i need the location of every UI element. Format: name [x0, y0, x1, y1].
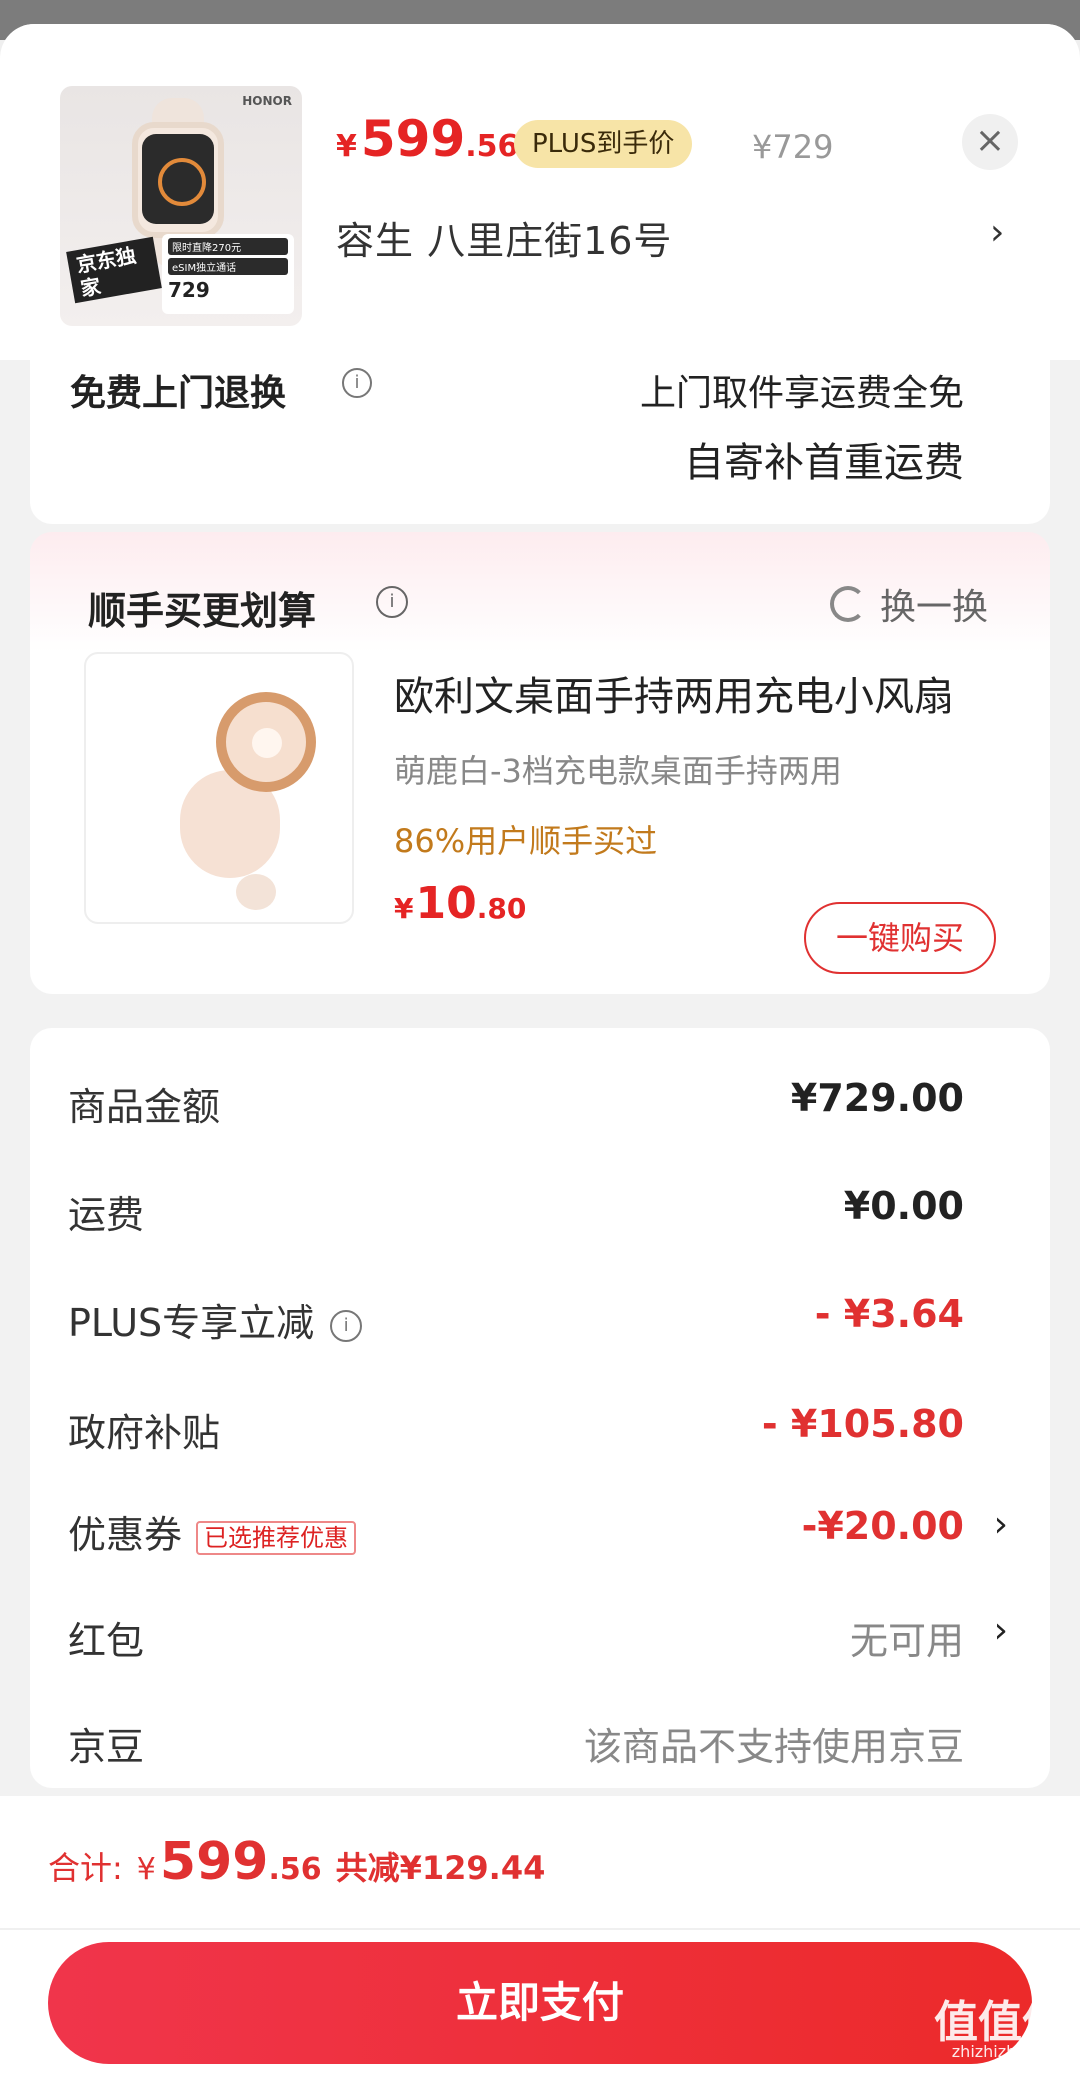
chevron-right-icon[interactable]: ›	[994, 1610, 1008, 1651]
total-integer: 599	[159, 1832, 269, 1892]
product-thumbnail[interactable]: HONOR 京东独家 限时直降270元 eSIM独立通话 729	[60, 86, 302, 326]
row-label: 商品金额	[68, 1085, 221, 1129]
total-currency: ¥	[136, 1852, 156, 1887]
price-currency: ¥	[336, 129, 357, 164]
row-label-wrap: 优惠券 已选推荐优惠	[68, 1504, 357, 1559]
recommendation-card: 顺手买更划算 i 换一换 欧利文桌面手持两用充电小风扇 萌鹿白-3档充电款桌面手…	[30, 532, 1050, 994]
watch-face-image	[142, 134, 214, 224]
watermark-url: zhizhizhi.com	[951, 2042, 1060, 2061]
recommended-product-name[interactable]: 欧利文桌面手持两用充电小风扇	[394, 664, 954, 722]
promo-price: 729	[168, 278, 210, 302]
row-value: ¥0.00	[843, 1184, 964, 1228]
delivery-address[interactable]: 容生 八里庄街16号	[336, 210, 672, 265]
chevron-right-icon[interactable]: ›	[990, 212, 1004, 253]
promo-line-2: eSIM独立通话	[168, 258, 288, 275]
refresh-icon	[830, 586, 866, 622]
original-price: ¥729	[752, 128, 834, 166]
jd-exclusive-badge: 京东独家	[66, 236, 162, 304]
row-value: -¥20.00	[801, 1504, 964, 1548]
total-decimal: .56	[268, 1852, 322, 1887]
info-icon[interactable]: i	[342, 368, 372, 398]
one-click-buy-button[interactable]: 一键购买	[804, 902, 996, 974]
row-value: 无可用	[849, 1619, 964, 1663]
recommendation-title: 顺手买更划算	[88, 589, 317, 633]
row-value: - ¥3.64	[814, 1292, 964, 1336]
row-value: ¥729.00	[790, 1076, 964, 1120]
price-currency: ¥	[394, 892, 414, 925]
watermark-logo: 值值值	[934, 1997, 1066, 2048]
row-coupon[interactable]: 优惠券 已选推荐优惠 -¥20.00 ›	[30, 1504, 1050, 1564]
info-icon[interactable]: i	[330, 1309, 363, 1342]
recommended-product-price: ¥ 10 .80	[394, 878, 526, 929]
row-government-subsidy: 政府补贴 - ¥105.80	[30, 1402, 1050, 1462]
price-integer: 599	[360, 110, 466, 168]
row-label: 政府补贴	[68, 1411, 221, 1455]
promo-card: 限时直降270元 eSIM独立通话 729	[162, 234, 294, 314]
row-shipping: 运费 ¥0.00	[30, 1184, 1050, 1244]
row-plus-discount: PLUS专享立减 i - ¥3.64	[30, 1292, 1050, 1352]
promo-line: 限时直降270元	[168, 238, 288, 255]
product-brand: HONOR	[242, 94, 292, 108]
fan-base-image	[236, 874, 276, 910]
row-label: 运费	[68, 1193, 145, 1237]
row-label-wrap: PLUS专享立减 i	[68, 1292, 363, 1347]
row-goods-amount: 商品金额 ¥729.00	[30, 1076, 1050, 1136]
row-label: PLUS专享立减	[68, 1301, 315, 1345]
total-label: 合计:	[48, 1849, 123, 1887]
row-jd-beans: 京豆 该商品不支持使用京豆	[30, 1716, 1050, 1776]
price-summary-card: 商品金额 ¥729.00 运费 ¥0.00 PLUS专享立减 i - ¥3.64 …	[30, 1028, 1050, 1788]
plus-price-tag: PLUS到手价	[514, 120, 693, 168]
divider	[0, 1928, 1080, 1930]
row-label: 优惠券	[68, 1513, 183, 1557]
pay-now-button[interactable]: 立即支付	[48, 1942, 1032, 2064]
coupon-tag: 已选推荐优惠	[196, 1520, 357, 1555]
checkout-bar: 合计: ¥ 599 .56 共减¥129.44 立即支付 值值值 zhizhiz…	[0, 1796, 1080, 2074]
checkout-sheet: HONOR 京东独家 限时直降270元 eSIM独立通话 729 ¥ 599 .…	[0, 24, 1080, 2074]
close-button[interactable]: ×	[962, 114, 1018, 170]
service-detail-1: 上门取件享运费全免	[639, 373, 964, 414]
refresh-label: 换一换	[880, 587, 989, 628]
row-value: 该商品不支持使用京豆	[583, 1725, 964, 1769]
price-decimal: .56	[465, 129, 519, 164]
row-red-packet[interactable]: 红包 无可用 ›	[30, 1610, 1050, 1670]
row-label: 京豆	[68, 1725, 145, 1769]
product-header: HONOR 京东独家 限时直降270元 eSIM独立通话 729 ¥ 599 .…	[0, 24, 1080, 360]
refresh-button[interactable]: 换一换	[830, 578, 988, 630]
price-decimal: .80	[476, 892, 527, 925]
info-icon[interactable]: i	[376, 586, 408, 618]
recommended-product-rate: 86%用户顺手买过	[394, 822, 658, 860]
chevron-right-icon[interactable]: ›	[994, 1504, 1008, 1545]
service-label: 免费上门退换	[70, 373, 287, 414]
fan-product-image[interactable]	[84, 652, 354, 924]
row-value: - ¥105.80	[761, 1402, 964, 1446]
total-saved: 共减¥129.44	[335, 1849, 546, 1887]
row-label: 红包	[68, 1619, 145, 1663]
service-detail-2: 自寄补首重运费	[684, 440, 964, 486]
order-total: 合计: ¥ 599 .56 共减¥129.44	[48, 1832, 545, 1892]
recommended-product-variant: 萌鹿白-3档充电款桌面手持两用	[394, 752, 842, 790]
final-price: ¥ 599 .56	[336, 110, 518, 168]
price-integer: 10	[415, 878, 477, 929]
fan-head-image	[216, 692, 316, 792]
